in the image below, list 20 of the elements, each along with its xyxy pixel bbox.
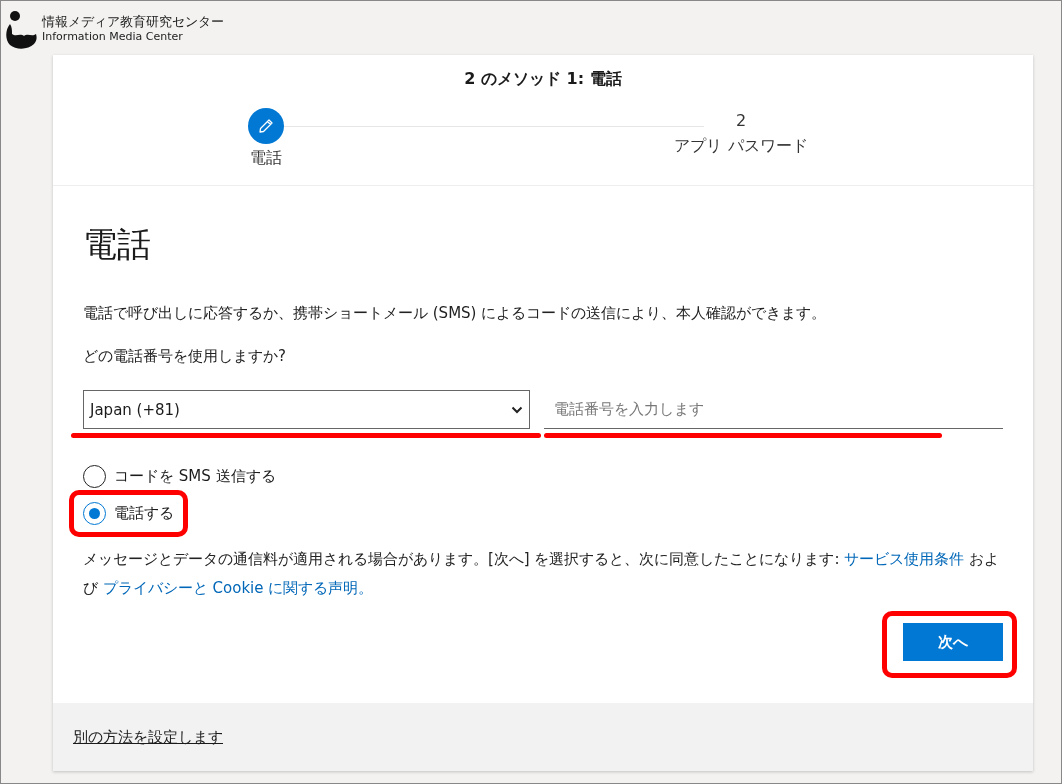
step-label: 電話 bbox=[250, 148, 283, 169]
next-button[interactable]: 次へ bbox=[903, 623, 1003, 661]
description-text: 電話で呼び出しに応答するか、携帯ショートメール (SMS) によるコードの送信により、本人確認ができます。 bbox=[83, 304, 828, 323]
country-select[interactable]: Japan (+81) bbox=[83, 390, 530, 429]
legal-link[interactable]: サービス使用条件 bbox=[844, 550, 965, 568]
step-number: 2 bbox=[735, 109, 747, 132]
logo-title: 情報メディア教育研究センター bbox=[42, 13, 224, 29]
logo-icon bbox=[4, 10, 38, 50]
step-label: アプリ パスワード bbox=[674, 136, 808, 157]
question-text: どの電話番号を使用しますか? bbox=[83, 347, 287, 366]
logo-subtitle: Information Media Center bbox=[42, 29, 184, 43]
pencil-icon bbox=[258, 118, 275, 134]
legal-link[interactable]: プライバシーと Cookie に関する声明。 bbox=[102, 579, 374, 597]
alternate-method-link[interactable]: 別の方法を設定します bbox=[73, 727, 223, 747]
radio-label: コードを SMS 送信する bbox=[114, 467, 276, 486]
form-title: 電話 bbox=[83, 223, 152, 266]
radio-label: 電話する bbox=[114, 504, 174, 523]
wizard-heading: 2 のメソッド 1: 電話 bbox=[464, 69, 622, 90]
chevron-down-icon bbox=[511, 405, 523, 414]
legal-text: メッセージとデータの通信料が適用される場合があります。[次へ] を選択すると、次に同意したことになります: サービス使用条件 および プライバシーと Cookie に関する声明。 bbox=[83, 549, 1001, 599]
